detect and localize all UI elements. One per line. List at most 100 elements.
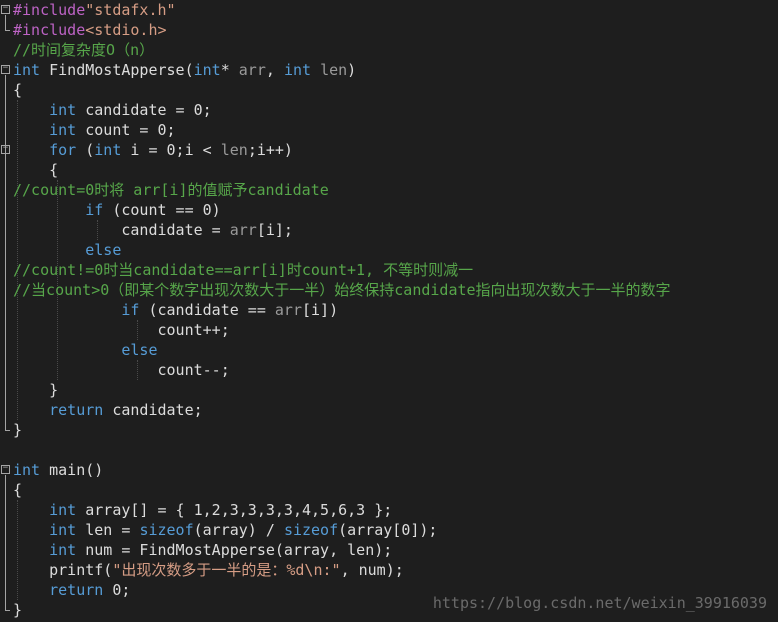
code-token: (array[0]); — [338, 521, 438, 539]
code-editor[interactable]: #include"stdafx.h"#include<stdio.h>//时间复… — [0, 0, 778, 622]
code-token: len — [220, 141, 248, 159]
keyword-token: else — [85, 241, 122, 259]
code-token: , num); — [340, 561, 404, 579]
string-token: "stdafx.h" — [85, 1, 176, 19]
code-line[interactable]: printf("出现次数多于一半的是：%d\n:", num); — [0, 560, 778, 580]
watermark: https://blog.csdn.net/weixin_39916039 — [432, 594, 767, 612]
code-token: { — [13, 481, 23, 499]
code-line[interactable]: int count = 0; — [0, 120, 778, 140]
code-line[interactable] — [0, 440, 778, 460]
comment-token: //当count>0（即某个数字出现次数大于一半）始终保持candidate指向… — [13, 281, 671, 299]
keyword-token: return — [49, 581, 104, 599]
keyword-token: int — [94, 141, 122, 159]
code-token: candidate = — [13, 221, 230, 239]
keyword-token: int — [193, 61, 221, 79]
code-line[interactable]: { — [0, 160, 778, 180]
keyword-token: int — [49, 501, 77, 519]
code-line[interactable]: #include<stdio.h> — [0, 20, 778, 40]
code-line[interactable]: count--; — [0, 360, 778, 380]
code-token: , — [265, 61, 284, 79]
code-line[interactable]: int num = FindMostApperse(array, len); — [0, 540, 778, 560]
code-line[interactable]: #include"stdafx.h" — [0, 0, 778, 20]
code-line[interactable]: count++; — [0, 320, 778, 340]
code-line[interactable]: return candidate; — [0, 400, 778, 420]
keyword-token: for — [49, 141, 77, 159]
keyword-token: return — [49, 401, 104, 419]
code-token: #include — [13, 1, 86, 19]
keyword-token: sizeof — [139, 521, 194, 539]
code-line[interactable]: { — [0, 80, 778, 100]
code-token: { — [13, 81, 23, 99]
keyword-token: sizeof — [283, 521, 339, 539]
code-token: (count == 0) — [103, 201, 221, 219]
code-token: count--; — [13, 361, 230, 379]
code-token: count = 0; — [76, 121, 176, 139]
code-line[interactable]: } — [0, 420, 778, 440]
code-line[interactable]: else — [0, 340, 778, 360]
code-line[interactable]: candidate = arr[i]; — [0, 220, 778, 240]
code-token: arr — [229, 221, 257, 239]
string-token: <stdio.h> — [85, 21, 167, 39]
code-token: arr — [238, 61, 266, 79]
code-token: ) — [347, 61, 357, 79]
comment-token: //count!=0时当candidate==arr[i]时count+1, 不… — [13, 261, 474, 279]
code-token: FindMostApperse( — [40, 61, 194, 79]
code-token: * — [220, 61, 239, 79]
code-line[interactable]: //count!=0时当candidate==arr[i]时count+1, 不… — [0, 260, 778, 280]
code-token: ;i++) — [247, 141, 293, 159]
code-token: printf( — [13, 561, 113, 579]
keyword-token: if — [85, 201, 104, 219]
code-line[interactable]: int array[] = { 1,2,3,3,3,3,4,5,6,3 }; — [0, 500, 778, 520]
code-token: [i]) — [302, 301, 339, 319]
code-line[interactable]: if (candidate == arr[i]) — [0, 300, 778, 320]
code-token: } — [13, 421, 23, 439]
code-token: { — [13, 161, 59, 179]
code-token: num = FindMostApperse(array, len); — [76, 541, 393, 559]
code-line[interactable]: if (count == 0) — [0, 200, 778, 220]
code-line[interactable]: for (int i = 0;i < len;i++) — [0, 140, 778, 160]
code-token: count++; — [13, 321, 230, 339]
code-token: } — [13, 601, 23, 619]
comment-token: //count=0时将 arr[i]的值赋予candidate — [13, 181, 329, 199]
code-token: candidate; — [103, 401, 203, 419]
code-token: #include — [13, 21, 86, 39]
keyword-token: int — [13, 461, 41, 479]
keyword-token: int — [49, 101, 77, 119]
code-line[interactable]: int candidate = 0; — [0, 100, 778, 120]
keyword-token: int — [49, 541, 77, 559]
code-line[interactable]: //当count>0（即某个数字出现次数大于一半）始终保持candidate指向… — [0, 280, 778, 300]
code-line[interactable]: int len = sizeof(array) / sizeof(array[0… — [0, 520, 778, 540]
code-token: candidate = 0; — [76, 101, 212, 119]
code-line[interactable]: //时间复杂度O（n） — [0, 40, 778, 60]
code-line[interactable]: //count=0时将 arr[i]的值赋予candidate — [0, 180, 778, 200]
code-line[interactable]: int FindMostApperse(int* arr, int len) — [0, 60, 778, 80]
code-token: len = — [76, 521, 140, 539]
code-token: [i]; — [256, 221, 293, 239]
code-line[interactable]: } — [0, 380, 778, 400]
code-token: arr — [274, 301, 302, 319]
keyword-token: int — [49, 521, 77, 539]
code-line[interactable]: else — [0, 240, 778, 260]
code-token: array[] = { 1,2,3,3,3,3,4,5,6,3 }; — [76, 501, 393, 519]
code-token: ( — [76, 141, 95, 159]
code-token: i = 0;i < — [121, 141, 221, 159]
code-line[interactable]: int main() — [0, 460, 778, 480]
code-token: (array) / — [193, 521, 284, 539]
keyword-token: int — [13, 61, 41, 79]
keyword-token: int — [49, 121, 77, 139]
code-line[interactable]: { — [0, 480, 778, 500]
comment-token: //时间复杂度O（n） — [13, 41, 155, 59]
keyword-token: int — [283, 61, 312, 79]
code-token: main() — [40, 461, 104, 479]
